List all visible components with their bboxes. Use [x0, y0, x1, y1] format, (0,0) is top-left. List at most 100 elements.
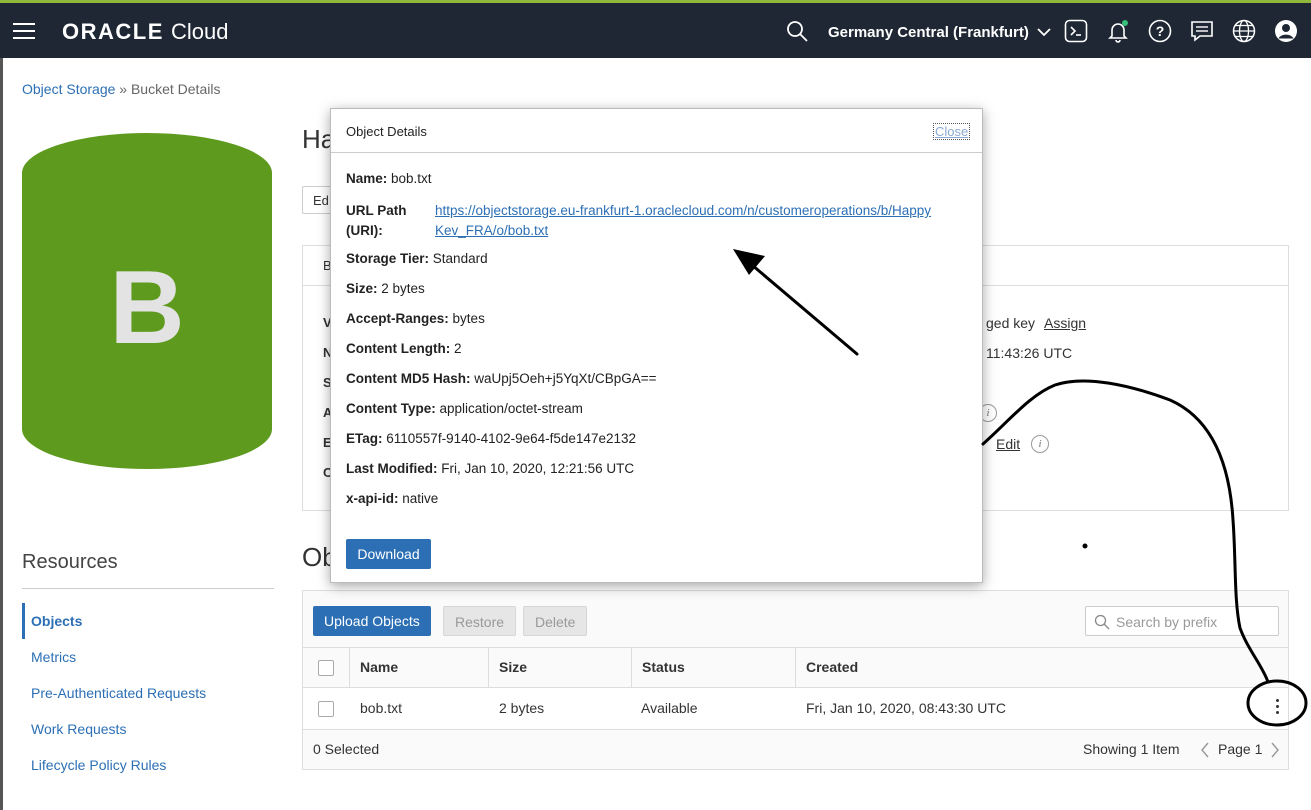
object-size-cell: 2 bytes	[499, 700, 545, 716]
search-placeholder: Search by prefix	[1116, 614, 1218, 630]
object-name-cell[interactable]: bob.txt	[360, 700, 402, 716]
resources-nav: Objects Metrics Pre-Authenticated Reques…	[22, 603, 274, 783]
object-uri-link[interactable]: https://objectstorage.eu-frankfurt-1.ora…	[435, 201, 935, 241]
brand-name: ORACLE	[62, 19, 164, 44]
field-value: 2	[454, 341, 462, 356]
edit-tier-link[interactable]: Edit	[996, 436, 1020, 452]
globe-language-icon[interactable]	[1232, 19, 1256, 43]
field-label: Name:	[346, 171, 388, 186]
field-etag: ETag: 6110557f-9140-4102-9e64-f5de147e21…	[346, 431, 636, 446]
cloud-shell-icon[interactable]	[1064, 19, 1088, 43]
chevron-left-icon[interactable]	[1200, 742, 1210, 758]
field-value: application/octet-stream	[439, 401, 583, 416]
field-label: Size:	[346, 281, 378, 296]
column-header-status[interactable]: Status	[631, 648, 795, 687]
field-storage-tier: Storage Tier: Standard	[346, 251, 488, 266]
upload-objects-button[interactable]: Upload Objects	[313, 606, 431, 636]
field-label: Content MD5 Hash:	[346, 371, 471, 386]
select-all-checkbox[interactable]	[318, 660, 334, 676]
field-content-type: Content Type: application/octet-stream	[346, 401, 583, 416]
top-navigation-bar: ORACLE Cloud Germany Central (Frankfurt)…	[0, 0, 1311, 58]
field-value: native	[402, 491, 439, 506]
chevron-down-icon	[1037, 28, 1051, 37]
row-checkbox[interactable]	[318, 701, 334, 717]
selected-count: 0 Selected	[313, 741, 380, 757]
notifications-bell-icon[interactable]	[1106, 19, 1130, 43]
object-details-dialog: Object Details Close Name: bob.txt URL P…	[330, 108, 983, 583]
showing-count: Showing 1 Item	[1083, 741, 1180, 757]
breadcrumb: Object Storage » Bucket Details	[22, 81, 220, 97]
resource-preauth-requests-link[interactable]: Pre-Authenticated Requests	[22, 675, 274, 711]
field-label: Content Length:	[346, 341, 451, 356]
field-value: bytes	[452, 311, 485, 326]
breadcrumb-current: Bucket Details	[130, 81, 221, 97]
field-accept-ranges: Accept-Ranges: bytes	[346, 311, 485, 326]
resource-lifecycle-rules-link[interactable]: Lifecycle Policy Rules	[22, 747, 274, 783]
oracle-cloud-logo[interactable]: ORACLE Cloud	[62, 19, 229, 45]
resource-objects-link[interactable]: Objects	[22, 603, 274, 639]
uri-label-line2: (URI):	[346, 223, 383, 238]
search-by-prefix-input[interactable]: Search by prefix	[1085, 606, 1279, 636]
created-time-text: 11:43:26 UTC	[986, 345, 1073, 361]
field-last-modified: Last Modified: Fri, Jan 10, 2020, 12:21:…	[346, 461, 634, 476]
assign-key-link[interactable]: Assign	[1044, 315, 1086, 331]
object-status-cell: Available	[641, 700, 698, 716]
svg-text:?: ?	[1156, 23, 1165, 39]
resource-work-requests-link[interactable]: Work Requests	[22, 711, 274, 747]
table-row: bob.txt 2 bytes Available Fri, Jan 10, 2…	[303, 688, 1288, 730]
field-content-length: Content Length: 2	[346, 341, 462, 356]
breadcrumb-object-storage[interactable]: Object Storage	[22, 81, 115, 97]
column-header-size[interactable]: Size	[488, 648, 631, 687]
field-value: 2 bytes	[381, 281, 425, 296]
uri-label: URL Path (URI):	[346, 201, 407, 241]
search-icon	[1094, 614, 1110, 630]
bucket-icon-letter: B	[109, 250, 184, 366]
breadcrumb-separator: »	[115, 81, 131, 97]
field-label: x-api-id:	[346, 491, 399, 506]
delete-button[interactable]: Delete	[523, 606, 588, 636]
field-value: Standard	[432, 251, 488, 266]
close-link[interactable]: Close	[933, 123, 971, 140]
resources-divider	[22, 588, 274, 589]
field-value: waUpj5Oeh+j5YqXt/CBpGA==	[474, 371, 657, 386]
info-icon[interactable]: i	[1031, 435, 1049, 453]
objects-table-panel: Upload Objects Restore Delete Search by …	[302, 590, 1289, 770]
chat-feedback-icon[interactable]	[1190, 19, 1214, 43]
restore-button[interactable]: Restore	[443, 606, 517, 636]
field-value: Fri, Jan 10, 2020, 12:21:56 UTC	[441, 461, 635, 476]
field-value: bob.txt	[391, 171, 432, 186]
uri-label-line1: URL Path	[346, 203, 407, 218]
field-size: Size: 2 bytes	[346, 281, 425, 296]
search-icon[interactable]	[785, 19, 809, 43]
column-header-created[interactable]: Created	[795, 648, 1288, 687]
field-label: ETag:	[346, 431, 383, 446]
dialog-title: Object Details	[346, 124, 427, 139]
field-content-md5: Content MD5 Hash: waUpj5Oeh+j5YqXt/CBpGA…	[346, 371, 657, 386]
field-value: 6110557f-9140-4102-9e64-f5de147e2132	[386, 431, 636, 446]
help-icon[interactable]: ?	[1148, 19, 1172, 43]
bucket-icon: B	[22, 133, 272, 469]
brand-suffix: Cloud	[171, 19, 229, 44]
objects-table-header: Name Size Status Created	[303, 647, 1288, 688]
chevron-right-icon[interactable]	[1270, 742, 1280, 758]
resources-heading: Resources	[22, 551, 118, 573]
field-name: Name: bob.txt	[346, 171, 432, 186]
user-profile-icon[interactable]	[1274, 19, 1298, 43]
hamburger-menu-icon[interactable]	[13, 23, 35, 39]
download-button[interactable]: Download	[346, 539, 431, 569]
field-label: Content Type:	[346, 401, 436, 416]
field-api-id: x-api-id: native	[346, 491, 438, 506]
window-edge	[0, 58, 3, 810]
field-label: Accept-Ranges:	[346, 311, 449, 326]
column-header-name[interactable]: Name	[349, 648, 488, 687]
dialog-header: Object Details Close	[331, 109, 982, 153]
objects-table-footer: 0 Selected Showing 1 Item Page 1	[303, 730, 1288, 769]
page-indicator: Page 1	[1218, 741, 1263, 757]
region-selector[interactable]: Germany Central (Frankfurt)	[828, 24, 1051, 41]
row-actions-kebab-icon[interactable]	[1273, 699, 1281, 719]
resource-metrics-link[interactable]: Metrics	[22, 639, 274, 675]
object-created-cell: Fri, Jan 10, 2020, 08:43:30 UTC	[806, 700, 1006, 716]
field-label: Last Modified:	[346, 461, 438, 476]
region-label: Germany Central (Frankfurt)	[828, 24, 1029, 41]
encryption-key-text: ged key	[986, 315, 1036, 331]
